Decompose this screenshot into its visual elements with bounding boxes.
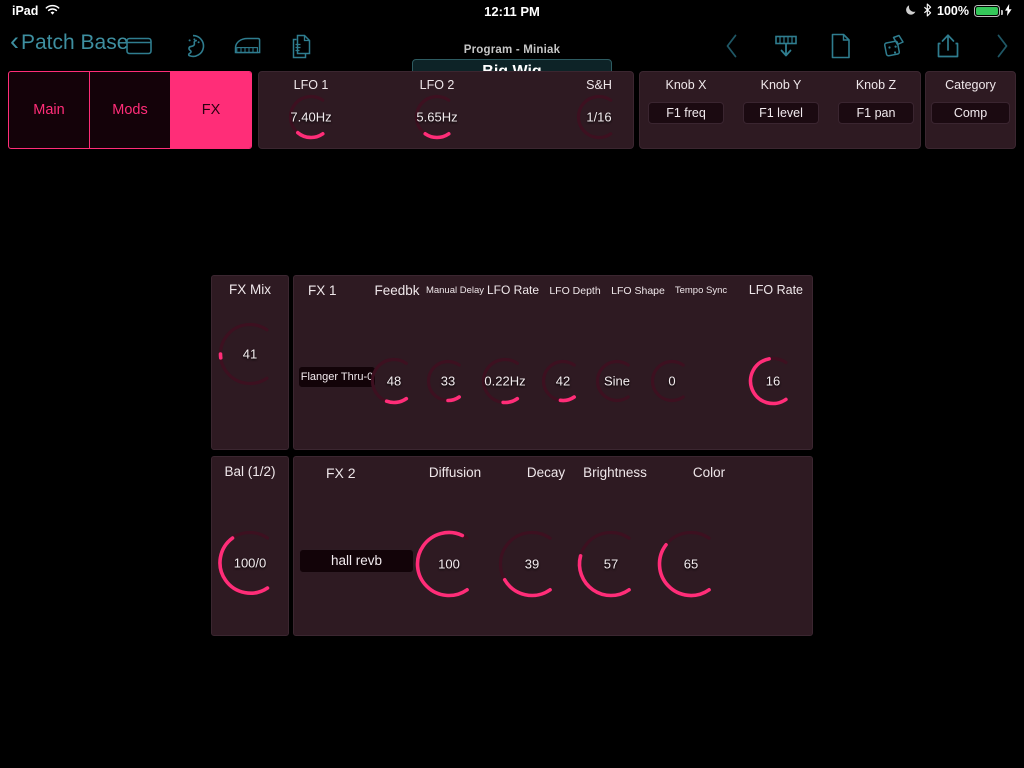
battery-percent-label: 100% bbox=[937, 4, 969, 18]
assign-select-knob-y[interactable]: F1 level bbox=[743, 102, 819, 124]
tab-main[interactable]: Main bbox=[9, 72, 90, 148]
control-label: Knob Y bbox=[760, 78, 802, 92]
toolbar-right-icons bbox=[718, 32, 1016, 60]
fx1-type-select[interactable]: Flanger Thru-0 bbox=[298, 366, 376, 388]
knob-color[interactable]: 65 bbox=[656, 529, 726, 599]
moon-icon bbox=[906, 3, 918, 19]
app-root: iPad 12:11 PM 100% ‹ Patch Base Program … bbox=[0, 0, 1024, 768]
back-to-patch-base-button[interactable]: ‹ Patch Base bbox=[10, 26, 129, 56]
ios-status-bar: iPad 12:11 PM 100% bbox=[0, 0, 1024, 22]
tab-fx[interactable]: FX bbox=[171, 72, 251, 148]
control-label: S&H bbox=[586, 78, 612, 92]
device-name-label: iPad bbox=[12, 4, 39, 18]
knob-s-h[interactable]: 1/16 bbox=[575, 93, 623, 141]
control-label: LFO Shape bbox=[611, 285, 665, 297]
assign-cell-1: Knob Y F1 level bbox=[743, 72, 819, 148]
control-label: Color bbox=[692, 465, 726, 480]
dice-randomize-icon[interactable] bbox=[880, 32, 908, 60]
program-type-label: Program - Miniak bbox=[463, 44, 561, 56]
documents-icon[interactable] bbox=[287, 32, 315, 60]
balance-panel: Bal (1/2) 100/0 bbox=[211, 456, 289, 636]
status-bar-clock: 12:11 PM bbox=[484, 3, 540, 19]
piano-keyboard-icon[interactable] bbox=[233, 32, 261, 60]
control-label: Knob Z bbox=[855, 78, 897, 92]
chevron-right-icon[interactable] bbox=[988, 32, 1016, 60]
chevron-left-icon[interactable] bbox=[718, 32, 746, 60]
panel-title: FX 1 bbox=[308, 283, 337, 298]
category-select[interactable]: Comp bbox=[931, 102, 1010, 124]
knob-lfo-shape[interactable]: Sine bbox=[594, 358, 640, 404]
knob-palette-icon[interactable] bbox=[179, 32, 207, 60]
fx2-type-select[interactable]: hall revb bbox=[299, 549, 414, 573]
lfo-group-panel: LFO 1 7.40Hz LFO 2 5.65Hz S&H 1/16 bbox=[258, 71, 634, 149]
knob-lfo-1[interactable]: 7.40Hz bbox=[287, 93, 335, 141]
knob-manual-delay[interactable]: 33 bbox=[425, 358, 471, 404]
knob-lfo-2[interactable]: 5.65Hz bbox=[413, 93, 461, 141]
assign-select-knob-z[interactable]: F1 pan bbox=[838, 102, 914, 124]
tab-mods[interactable]: Mods bbox=[90, 72, 171, 148]
top-strip: Main Mods FX LFO 1 7.40Hz LFO 2 5.65Hz S&H… bbox=[0, 70, 1024, 150]
tab-label: Main bbox=[33, 102, 65, 118]
knob-lfo-rate[interactable]: 0.22Hz bbox=[480, 356, 530, 406]
lfo-cell-0: LFO 1 7.40Hz bbox=[281, 72, 341, 148]
control-label: Brightness bbox=[583, 465, 647, 480]
control-label: FX Mix bbox=[229, 282, 271, 297]
lfo-cell-1: LFO 2 5.65Hz bbox=[407, 72, 467, 148]
share-export-icon[interactable] bbox=[934, 32, 962, 60]
knob-diffusion[interactable]: 100 bbox=[414, 529, 484, 599]
battery-icon bbox=[974, 5, 1003, 17]
knob-lfo-rate-right[interactable]: 16 bbox=[747, 355, 799, 407]
control-label: LFO Rate bbox=[486, 283, 540, 297]
fx2-panel: FX 2 Diffusion Decay Brightness Color hall re… bbox=[293, 456, 813, 636]
assign-knobs-panel: Knob X F1 freq Knob Y F1 level Knob Z F1… bbox=[639, 71, 921, 149]
assign-cell-2: Knob Z F1 pan bbox=[838, 72, 914, 148]
category-cell: Category Comp bbox=[931, 72, 1010, 148]
knob-fx-mix[interactable]: 41 bbox=[217, 321, 283, 387]
lfo-cell-2: S&H 1/16 bbox=[569, 72, 629, 148]
control-label: Category bbox=[945, 78, 996, 92]
control-label: LFO 1 bbox=[293, 78, 329, 92]
knob-feedbk[interactable]: 48 bbox=[369, 356, 419, 406]
knob-decay[interactable]: 39 bbox=[497, 529, 567, 599]
control-label: Bal (1/2) bbox=[224, 464, 276, 479]
knob-tempo-sync[interactable]: 0 bbox=[649, 358, 695, 404]
assign-select-knob-x[interactable]: F1 freq bbox=[648, 102, 724, 124]
control-label: Feedbk bbox=[374, 283, 420, 298]
knob-lfo-depth[interactable]: 42 bbox=[540, 358, 586, 404]
category-panel: Category Comp bbox=[925, 71, 1016, 149]
window-icon[interactable] bbox=[125, 32, 153, 60]
download-from-synth-icon[interactable] bbox=[772, 32, 800, 60]
tab-label: Mods bbox=[112, 102, 148, 118]
panel-title: FX 2 bbox=[326, 465, 356, 481]
knob-balance[interactable]: 100/0 bbox=[216, 529, 284, 597]
assign-cell-0: Knob X F1 freq bbox=[648, 72, 724, 148]
tab-label: FX bbox=[201, 102, 221, 118]
control-label: Manual Delay bbox=[425, 285, 485, 296]
control-label: Diffusion bbox=[428, 465, 482, 480]
wifi-icon bbox=[45, 4, 60, 19]
back-button-label: Patch Base bbox=[21, 30, 129, 54]
new-document-icon[interactable] bbox=[826, 32, 854, 60]
bluetooth-icon bbox=[923, 2, 932, 20]
toolbar-left-icons bbox=[125, 32, 315, 60]
control-label: Tempo Sync bbox=[674, 285, 728, 296]
knob-brightness[interactable]: 57 bbox=[576, 529, 646, 599]
lightning-bolt-icon bbox=[1005, 3, 1012, 19]
app-toolbar: ‹ Patch Base Program - Miniak Big Wig bbox=[0, 22, 1024, 83]
control-label: LFO Rate bbox=[748, 283, 803, 297]
status-bar-right: 100% bbox=[906, 2, 1012, 20]
status-bar-left: iPad bbox=[12, 4, 60, 19]
page-tabs: Main Mods FX bbox=[8, 71, 252, 149]
control-label: Knob X bbox=[665, 78, 707, 92]
control-label: Decay bbox=[526, 465, 566, 480]
chevron-left-icon: ‹ bbox=[10, 26, 19, 56]
fx1-panel: FX 1 Feedbk Manual Delay LFO Rate LFO Depth L… bbox=[293, 275, 813, 450]
fx-mix-panel: FX Mix 41 bbox=[211, 275, 289, 450]
control-label: LFO 2 bbox=[419, 78, 455, 92]
control-label: LFO Depth bbox=[549, 285, 601, 297]
